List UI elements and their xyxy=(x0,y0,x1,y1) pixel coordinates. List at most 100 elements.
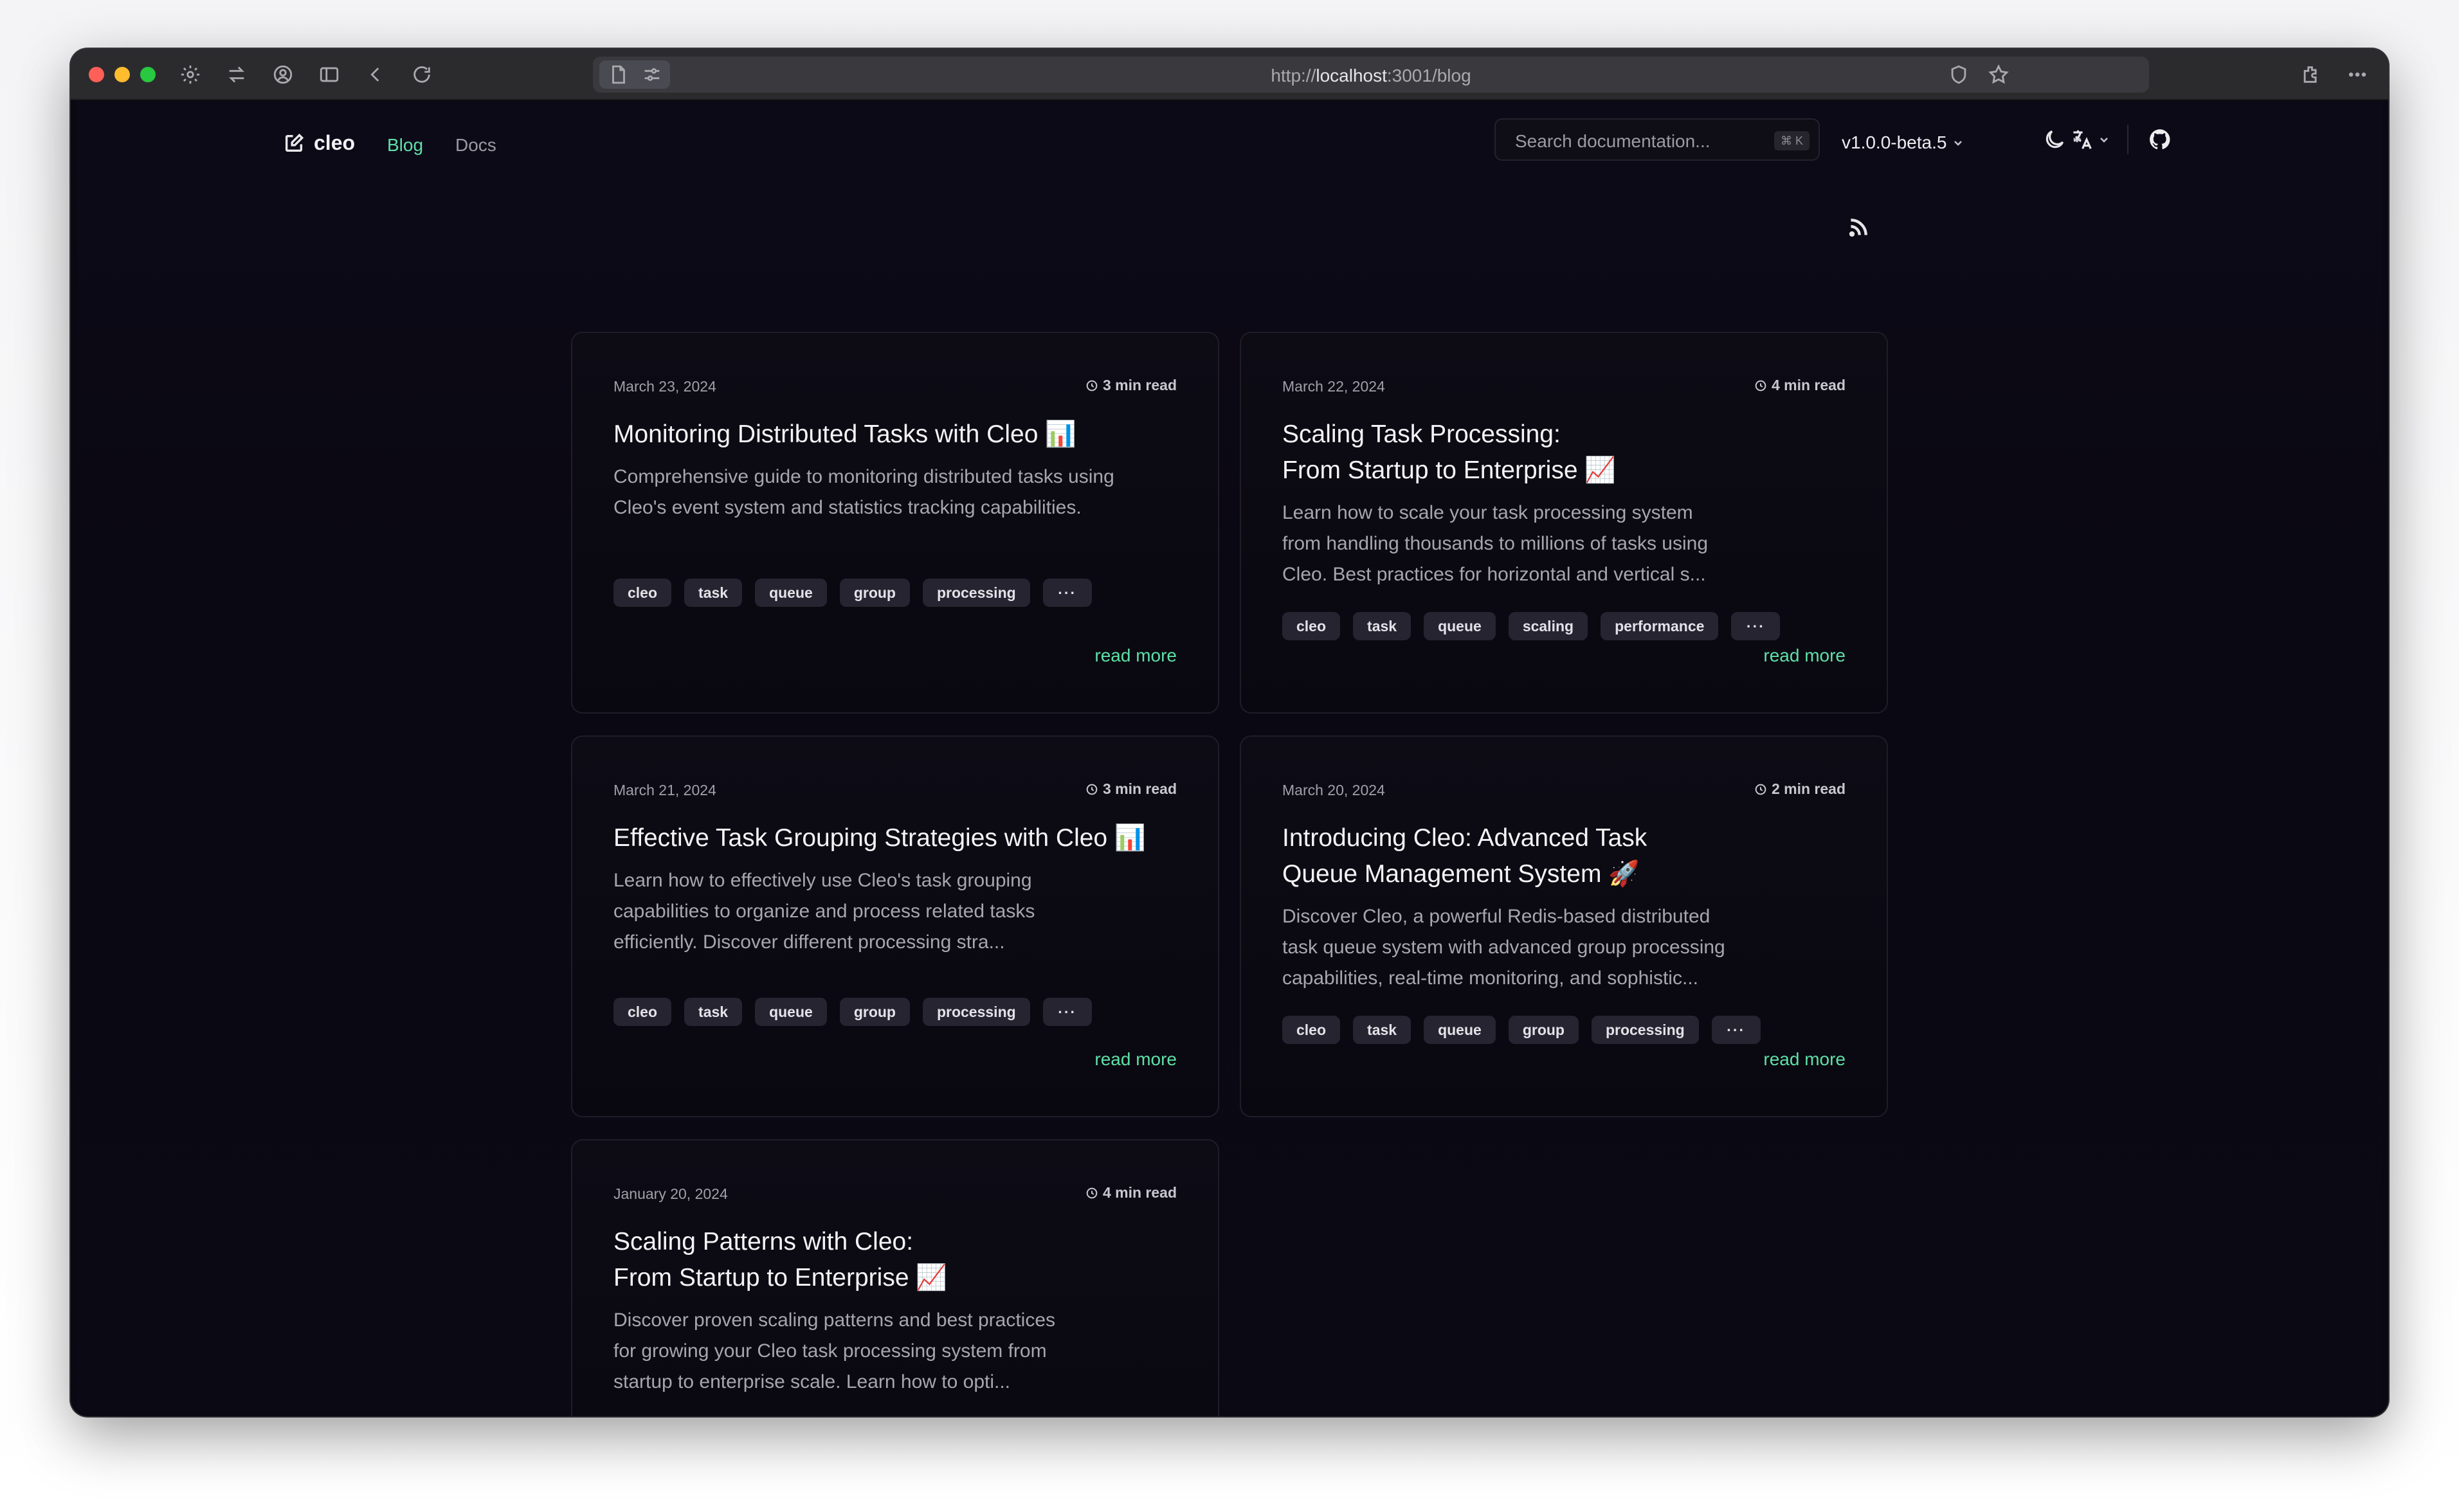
edit-square-icon xyxy=(285,133,304,152)
chevron-down-icon xyxy=(1954,141,1963,146)
post-date: March 21, 2024 xyxy=(613,782,716,798)
blog-post-card[interactable]: March 20, 2024 2 min read Introducing Cl… xyxy=(1240,735,1888,1117)
zoom-window-button[interactable] xyxy=(140,67,156,82)
github-link[interactable] xyxy=(2148,127,2172,152)
tag[interactable]: queue xyxy=(1424,1016,1496,1044)
clock-icon xyxy=(1086,1187,1098,1198)
tag[interactable]: cleo xyxy=(1282,612,1341,640)
tag[interactable]: processing xyxy=(922,579,1030,607)
tag[interactable]: processing xyxy=(1591,1016,1699,1044)
tag[interactable]: cleo xyxy=(1282,1016,1341,1044)
close-window-button[interactable] xyxy=(89,67,104,82)
version-dropdown[interactable]: v1.0.0-beta.5 xyxy=(1842,132,1963,153)
read-more-link[interactable]: read more xyxy=(1763,1049,1846,1070)
read-time: 4 min read xyxy=(1754,377,1846,394)
more-tags-button[interactable]: ··· xyxy=(1711,1016,1761,1044)
blog-post-card[interactable]: March 21, 2024 3 min read Effective Task… xyxy=(571,735,1219,1117)
theme-dropdown[interactable] xyxy=(2042,127,2082,152)
moon-icon xyxy=(2046,130,2064,148)
more-tags-button[interactable]: ··· xyxy=(1042,998,1092,1026)
profile-icon[interactable] xyxy=(270,62,296,87)
tag[interactable]: cleo xyxy=(613,998,672,1026)
post-title[interactable]: Monitoring Distributed Tasks with Cleo 📊 xyxy=(613,417,1179,453)
browser-toolbar: http://localhost:3001/blog xyxy=(71,49,2388,100)
tag-list: cleo task queue group processing ··· xyxy=(613,579,1092,607)
read-time-text: 4 min read xyxy=(1102,1184,1177,1201)
back-arrow-icon[interactable] xyxy=(363,62,388,87)
tag[interactable]: group xyxy=(1508,1016,1579,1044)
tag[interactable]: scaling xyxy=(1508,612,1588,640)
url-text[interactable]: http://localhost:3001/blog xyxy=(593,66,2149,86)
settings-gear-icon[interactable] xyxy=(177,62,203,87)
tag[interactable]: performance xyxy=(1601,612,1719,640)
search-input[interactable]: Search documentation... ⌘ K xyxy=(1494,118,1820,161)
browser-window: http://localhost:3001/blog cleo Blog Doc… xyxy=(71,49,2388,1416)
tag[interactable]: task xyxy=(684,579,743,607)
post-title[interactable]: Introducing Cleo: Advanced Task Queue Man… xyxy=(1282,820,1848,892)
divider xyxy=(2127,125,2128,154)
rss-feed-link[interactable] xyxy=(1846,215,1871,244)
tag[interactable]: task xyxy=(1353,1016,1411,1044)
shield-icon[interactable] xyxy=(1946,62,1972,87)
post-date: January 20, 2024 xyxy=(613,1185,728,1202)
post-date: March 23, 2024 xyxy=(613,378,716,395)
tag-list: cleo task queue group processing ··· xyxy=(613,998,1092,1026)
tag[interactable]: task xyxy=(684,998,743,1026)
tag[interactable]: queue xyxy=(755,998,827,1026)
more-menu-icon[interactable] xyxy=(2345,62,2370,87)
clock-icon xyxy=(1086,784,1098,795)
address-bar[interactable]: http://localhost:3001/blog xyxy=(593,57,2149,93)
search-shortcut-badge: ⌘ K xyxy=(1774,131,1810,150)
read-more-link[interactable]: read more xyxy=(1094,1049,1177,1070)
post-description: Learn how to scale your task processing … xyxy=(1282,502,1709,585)
read-time-text: 2 min read xyxy=(1771,780,1846,797)
blog-post-card[interactable]: March 23, 2024 3 min read Monitoring Dis… xyxy=(571,332,1219,714)
tag-list: cleo task queue group processing ··· xyxy=(1282,1016,1761,1044)
tag[interactable]: cleo xyxy=(613,579,672,607)
sidebar-toggle-icon[interactable] xyxy=(316,62,342,87)
read-time-text: 3 min read xyxy=(1102,377,1177,393)
clock-icon xyxy=(1086,380,1098,391)
post-title[interactable]: Scaling Task Processing: From Startup to … xyxy=(1282,417,1848,489)
post-description: Learn how to effectively use Cleo's task… xyxy=(613,870,1035,953)
reload-icon[interactable] xyxy=(409,62,435,87)
site-logo[interactable]: cleo xyxy=(283,131,355,155)
read-time-text: 4 min read xyxy=(1771,377,1846,393)
post-title[interactable]: Effective Task Grouping Strategies with … xyxy=(613,820,1179,856)
post-date: March 20, 2024 xyxy=(1282,782,1385,798)
extensions-icon[interactable] xyxy=(2298,62,2324,87)
blog-post-card[interactable]: January 20, 2024 4 min read Scaling Patt… xyxy=(571,1139,1219,1416)
swap-arrows-icon[interactable] xyxy=(224,62,250,87)
more-tags-button[interactable]: ··· xyxy=(1731,612,1781,640)
read-more-link[interactable]: read more xyxy=(1763,645,1846,666)
site-logo-text: cleo xyxy=(314,131,356,154)
tag[interactable]: task xyxy=(1353,612,1411,640)
tag[interactable]: processing xyxy=(922,998,1030,1026)
tag[interactable]: queue xyxy=(755,579,827,607)
tag-list: cleo task queue scaling performance ··· xyxy=(1282,612,1781,640)
clock-icon xyxy=(1755,784,1766,795)
read-more-link[interactable]: read more xyxy=(1094,645,1177,666)
read-time: 3 min read xyxy=(1085,377,1177,394)
github-icon xyxy=(2150,129,2170,150)
tag[interactable]: group xyxy=(839,579,910,607)
blog-post-card[interactable]: March 22, 2024 4 min read Scaling Task P… xyxy=(1240,332,1888,714)
post-description: Discover Cleo, a powerful Redis-based di… xyxy=(1282,906,1725,989)
clock-icon xyxy=(1755,380,1766,391)
post-title[interactable]: Scaling Patterns with Cleo: From Startup … xyxy=(613,1224,1179,1296)
bookmark-star-icon[interactable] xyxy=(1986,62,2011,87)
tag[interactable]: group xyxy=(839,998,910,1026)
read-time-text: 3 min read xyxy=(1102,780,1177,797)
nav-blog-link[interactable]: Blog xyxy=(387,135,423,156)
read-time: 3 min read xyxy=(1085,780,1177,798)
rss-icon xyxy=(1849,219,1867,237)
search-placeholder: Search documentation... xyxy=(1515,131,1710,151)
post-date: March 22, 2024 xyxy=(1282,378,1385,395)
post-description: Discover proven scaling patterns and bes… xyxy=(613,1310,1056,1392)
tag[interactable]: queue xyxy=(1424,612,1496,640)
version-label: v1.0.0-beta.5 xyxy=(1842,132,1947,152)
more-tags-button[interactable]: ··· xyxy=(1042,579,1092,607)
read-time: 4 min read xyxy=(1085,1184,1177,1202)
minimize-window-button[interactable] xyxy=(114,67,130,82)
nav-docs-link[interactable]: Docs xyxy=(455,135,496,156)
